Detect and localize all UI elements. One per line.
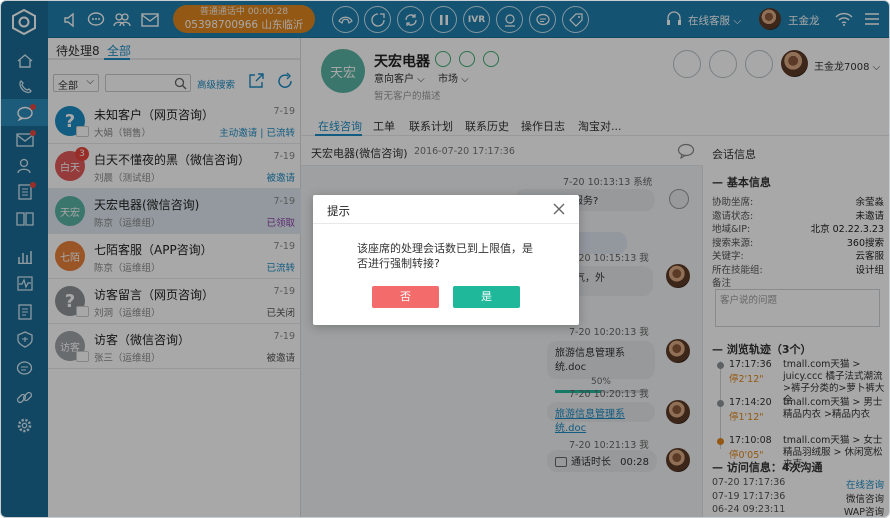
close-icon[interactable] xyxy=(553,203,565,215)
confirm-dialog: 提示 该座席的处理会话数已到上限值，是否进行强制转接? 否 是 xyxy=(313,195,579,325)
dialog-title: 提示 xyxy=(327,204,350,218)
dialog-message: 该座席的处理会话数已到上限值，是否进行强制转接? xyxy=(357,242,533,270)
yes-button[interactable]: 是 xyxy=(453,286,520,308)
app-window: 普通通话中 00:00:28 05398700966 山东临沂 IVR 在线客服… xyxy=(0,0,890,518)
no-button[interactable]: 否 xyxy=(372,286,439,308)
dialog-header: 提示 xyxy=(313,195,579,224)
